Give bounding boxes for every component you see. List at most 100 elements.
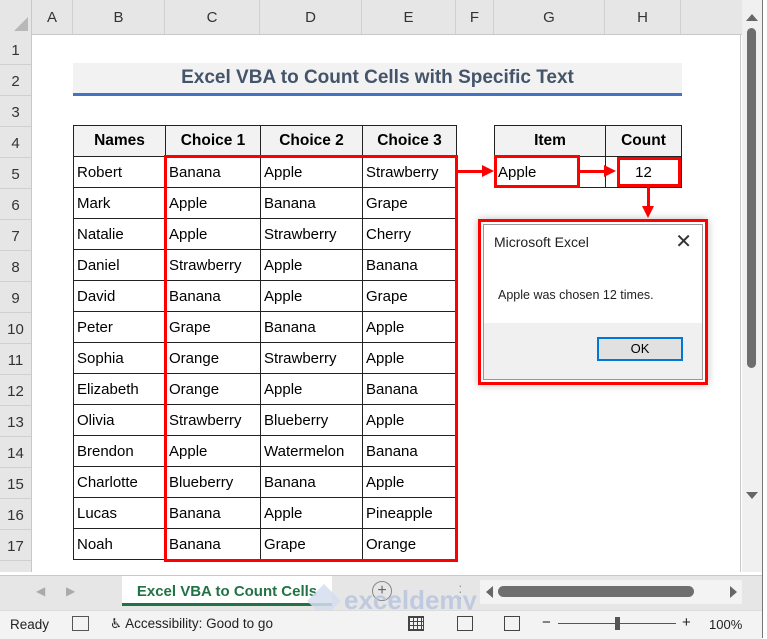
name-cell[interactable]: Elizabeth bbox=[73, 373, 166, 405]
choice-1-cell[interactable]: Strawberry bbox=[165, 249, 261, 281]
choice-3-cell[interactable]: Apple bbox=[362, 311, 457, 343]
choice-2-cell[interactable]: Watermelon bbox=[260, 435, 363, 467]
accessibility-status[interactable]: ♿ Accessibility: Good to go bbox=[110, 616, 273, 632]
horizontal-scrollbar[interactable] bbox=[480, 580, 742, 604]
name-cell[interactable]: Daniel bbox=[73, 249, 166, 281]
choice-3-cell[interactable]: Apple bbox=[362, 466, 457, 498]
sheet-tab-active[interactable]: Excel VBA to Count Cells bbox=[122, 576, 332, 606]
column-header-h[interactable]: H bbox=[605, 0, 681, 34]
header-choice-3[interactable]: Choice 3 bbox=[362, 125, 457, 157]
name-cell[interactable]: David bbox=[73, 280, 166, 312]
normal-view-icon[interactable] bbox=[408, 616, 424, 631]
header-names[interactable]: Names bbox=[73, 125, 166, 157]
row-header-4[interactable]: 4 bbox=[0, 127, 31, 158]
row-header-12[interactable]: 12 bbox=[0, 375, 31, 406]
row-header-15[interactable]: 15 bbox=[0, 468, 31, 499]
choice-2-cell[interactable]: Banana bbox=[260, 311, 363, 343]
header-choice-1[interactable]: Choice 1 bbox=[165, 125, 261, 157]
ok-button[interactable]: OK bbox=[597, 337, 683, 361]
choice-2-cell[interactable]: Banana bbox=[260, 187, 363, 219]
name-cell[interactable]: Brendon bbox=[73, 435, 166, 467]
choice-3-cell[interactable]: Orange bbox=[362, 528, 457, 560]
choice-2-cell[interactable]: Blueberry bbox=[260, 404, 363, 436]
choice-3-cell[interactable]: Cherry bbox=[362, 218, 457, 250]
choice-1-cell[interactable]: Banana bbox=[165, 497, 261, 529]
choice-1-cell[interactable]: Apple bbox=[165, 218, 261, 250]
name-cell[interactable]: Noah bbox=[73, 528, 166, 560]
header-choice-2[interactable]: Choice 2 bbox=[260, 125, 363, 157]
column-header-f[interactable]: F bbox=[456, 0, 494, 34]
name-cell[interactable]: Charlotte bbox=[73, 466, 166, 498]
column-header-c[interactable]: C bbox=[165, 0, 260, 34]
choice-2-cell[interactable]: Banana bbox=[260, 466, 363, 498]
page-layout-view-icon[interactable] bbox=[457, 616, 473, 631]
header-item[interactable]: Item bbox=[494, 125, 606, 157]
row-header-5[interactable]: 5 bbox=[0, 158, 31, 189]
row-header-3[interactable]: 3 bbox=[0, 96, 31, 127]
choice-3-cell[interactable]: Banana bbox=[362, 435, 457, 467]
zoom-in-button[interactable]: + bbox=[682, 614, 691, 631]
close-icon[interactable]: ✕ bbox=[675, 229, 692, 254]
column-header-e[interactable]: E bbox=[362, 0, 456, 34]
scroll-right-icon[interactable] bbox=[730, 586, 737, 598]
choice-1-cell[interactable]: Banana bbox=[165, 156, 261, 188]
row-header-6[interactable]: 6 bbox=[0, 189, 31, 220]
choice-1-cell[interactable]: Banana bbox=[165, 280, 261, 312]
choice-3-cell[interactable]: Grape bbox=[362, 187, 457, 219]
choice-1-cell[interactable]: Orange bbox=[165, 373, 261, 405]
choice-2-cell[interactable]: Apple bbox=[260, 497, 363, 529]
header-count[interactable]: Count bbox=[605, 125, 682, 157]
page-break-view-icon[interactable] bbox=[504, 616, 520, 631]
choice-2-cell[interactable]: Apple bbox=[260, 280, 363, 312]
choice-2-cell[interactable]: Apple bbox=[260, 373, 363, 405]
choice-3-cell[interactable]: Banana bbox=[362, 373, 457, 405]
column-header-a[interactable]: A bbox=[32, 0, 73, 34]
choice-1-cell[interactable]: Grape bbox=[165, 311, 261, 343]
column-header-g[interactable]: G bbox=[494, 0, 605, 34]
scroll-left-icon[interactable] bbox=[486, 586, 493, 598]
choice-3-cell[interactable]: Banana bbox=[362, 249, 457, 281]
column-header-d[interactable]: D bbox=[260, 0, 362, 34]
name-cell[interactable]: Robert bbox=[73, 156, 166, 188]
row-header-10[interactable]: 10 bbox=[0, 313, 31, 344]
choice-3-cell[interactable]: Strawberry bbox=[362, 156, 457, 188]
choice-3-cell[interactable]: Pineapple bbox=[362, 497, 457, 529]
row-header-1[interactable]: 1 bbox=[0, 34, 31, 65]
prev-sheet-icon[interactable]: ◀ bbox=[36, 584, 45, 598]
choice-3-cell[interactable]: Apple bbox=[362, 404, 457, 436]
name-cell[interactable]: Lucas bbox=[73, 497, 166, 529]
select-all-corner[interactable] bbox=[0, 0, 32, 34]
vertical-scroll-thumb[interactable] bbox=[747, 28, 756, 368]
row-header-7[interactable]: 7 bbox=[0, 220, 31, 251]
row-header-17[interactable]: 17 bbox=[0, 530, 31, 561]
choice-1-cell[interactable]: Apple bbox=[165, 435, 261, 467]
name-cell[interactable]: Natalie bbox=[73, 218, 166, 250]
count-cell[interactable]: 12 bbox=[605, 156, 682, 188]
next-sheet-icon[interactable]: ▶ bbox=[66, 584, 75, 598]
row-header-13[interactable]: 13 bbox=[0, 406, 31, 437]
row-header-11[interactable]: 11 bbox=[0, 344, 31, 375]
name-cell[interactable]: Sophia bbox=[73, 342, 166, 374]
vertical-scrollbar[interactable] bbox=[742, 0, 762, 572]
choice-2-cell[interactable]: Grape bbox=[260, 528, 363, 560]
choice-3-cell[interactable]: Apple bbox=[362, 342, 457, 374]
row-header-16[interactable]: 16 bbox=[0, 499, 31, 530]
row-header-14[interactable]: 14 bbox=[0, 437, 31, 468]
column-header-b[interactable]: B bbox=[73, 0, 165, 34]
choice-1-cell[interactable]: Banana bbox=[165, 528, 261, 560]
row-header-8[interactable]: 8 bbox=[0, 251, 31, 282]
choice-1-cell[interactable]: Blueberry bbox=[165, 466, 261, 498]
macro-recording-icon[interactable] bbox=[72, 616, 89, 631]
choice-1-cell[interactable]: Strawberry bbox=[165, 404, 261, 436]
choice-2-cell[interactable]: Strawberry bbox=[260, 342, 363, 374]
name-cell[interactable]: Olivia bbox=[73, 404, 166, 436]
scroll-up-icon[interactable] bbox=[746, 14, 758, 21]
scroll-down-icon[interactable] bbox=[746, 492, 758, 499]
choice-1-cell[interactable]: Apple bbox=[165, 187, 261, 219]
choice-1-cell[interactable]: Orange bbox=[165, 342, 261, 374]
name-cell[interactable]: Mark bbox=[73, 187, 166, 219]
zoom-slider-thumb[interactable] bbox=[615, 617, 620, 630]
horizontal-scroll-thumb[interactable] bbox=[498, 586, 694, 597]
zoom-out-button[interactable]: − bbox=[542, 614, 551, 631]
choice-2-cell[interactable]: Strawberry bbox=[260, 218, 363, 250]
